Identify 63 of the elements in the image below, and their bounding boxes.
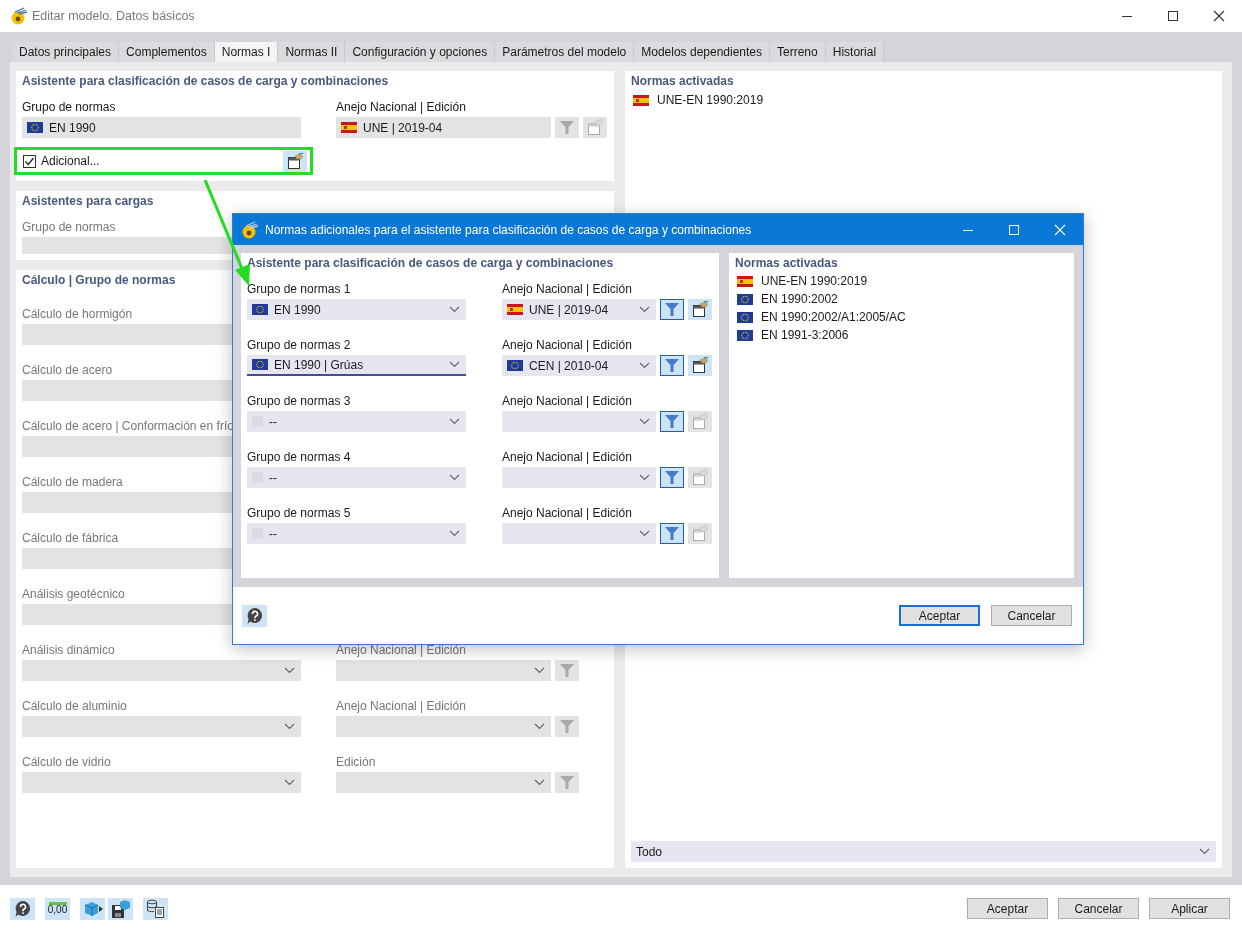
field-label: Cálculo de aluminio xyxy=(22,698,127,714)
field-label: Anejo Nacional | Edición xyxy=(336,698,466,714)
field-label: Edición xyxy=(336,754,376,770)
field-label: Análisis geotécnico xyxy=(22,586,125,602)
section-title: Asistente para clasificación de casos de carga y combinaciones xyxy=(247,255,615,272)
field-label: Cálculo de vidrio xyxy=(22,754,111,770)
dropdown[interactable]: UNE | 2019-04 xyxy=(336,117,551,138)
section-title: Asistente para clasificación de casos de carga y combinaciones xyxy=(22,73,389,90)
checkbox-label[interactable]: Adicional... xyxy=(41,154,100,168)
field-label: Cálculo de madera xyxy=(22,474,123,490)
list-item: EN 1991-3:2006 xyxy=(761,328,849,342)
button[interactable]: Aplicar xyxy=(1149,898,1230,919)
dropdown[interactable]: UNE | 2019-04 xyxy=(502,299,656,320)
list-item: EN 1990:2002/A1:2005/AC xyxy=(761,310,906,324)
dropdown[interactable]: EN 1990 | Grúas xyxy=(247,355,466,376)
dialog-title: Normas adicionales para el asistente para clasificación de casos de carga y combinaciones xyxy=(265,222,752,237)
button[interactable]: Cancelar xyxy=(991,605,1072,626)
field-label: Grupo de normas 3 xyxy=(247,393,351,409)
dropdown[interactable]: CEN | 2010-04 xyxy=(502,355,656,376)
field-label: Grupo de normas xyxy=(22,99,116,115)
tab[interactable]: Complementos xyxy=(119,42,215,62)
field-label: Anejo Nacional | Edición xyxy=(502,393,632,409)
tab[interactable]: Historial xyxy=(825,42,885,62)
button[interactable]: Cancelar xyxy=(1058,898,1139,919)
field-label: Grupo de normas 4 xyxy=(247,449,351,465)
section-title: Asistentes para cargas xyxy=(22,193,154,210)
field-label: Grupo de normas 2 xyxy=(247,337,351,353)
section-title: Normas activadas xyxy=(631,73,734,90)
section-title: Cálculo | Grupo de normas xyxy=(22,272,176,289)
dropdown[interactable]: -- xyxy=(247,523,466,544)
field-label: Anejo Nacional | Edición xyxy=(336,99,466,115)
tab[interactable]: Modelos dependientes xyxy=(634,42,771,62)
field-label: Anejo Nacional | Edición xyxy=(502,505,632,521)
tab[interactable]: Normas II xyxy=(278,42,346,62)
field-label: Cálculo de hormigón xyxy=(22,306,133,322)
button[interactable]: Aceptar xyxy=(899,605,980,626)
field-label: Cálculo de acero xyxy=(22,362,113,378)
field-label: Grupo de normas xyxy=(22,219,116,235)
tab[interactable]: Parámetros del modelo xyxy=(495,42,635,62)
field-label: Anejo Nacional | Edición xyxy=(502,281,632,297)
dropdown[interactable]: -- xyxy=(247,467,466,488)
units-button[interactable]: 0,00 xyxy=(45,897,70,920)
field-label: Anejo Nacional | Edición xyxy=(336,642,466,658)
field-label: Grupo de normas 5 xyxy=(247,505,351,521)
list-item: EN 1990:2002 xyxy=(761,292,838,306)
dropdown[interactable]: EN 1990 xyxy=(22,117,301,138)
field-label: Anejo Nacional | Edición xyxy=(502,337,632,353)
list-item: UNE-EN 1990:2019 xyxy=(761,274,868,288)
list-item: UNE-EN 1990:2019 xyxy=(657,93,764,107)
dropdown[interactable]: EN 1990 xyxy=(247,299,466,320)
section-title: Normas activadas xyxy=(735,255,839,272)
tab[interactable]: Configuración y opciones xyxy=(345,42,496,62)
tab[interactable]: Terreno xyxy=(770,42,826,62)
field-label: Grupo de normas 1 xyxy=(247,281,351,297)
window-title: Editar modelo. Datos básicos xyxy=(32,9,195,23)
field-label: Análisis dinámico xyxy=(22,642,115,658)
field-label: Cálculo de fábrica xyxy=(22,530,119,546)
dropdown[interactable]: -- xyxy=(247,411,466,432)
field-label: Anejo Nacional | Edición xyxy=(502,449,632,465)
filter-dropdown[interactable]: Todo xyxy=(631,841,1216,862)
tab[interactable]: Datos principales xyxy=(12,42,120,62)
button[interactable]: Aceptar xyxy=(967,898,1048,919)
tab[interactable]: Normas I xyxy=(214,42,279,62)
